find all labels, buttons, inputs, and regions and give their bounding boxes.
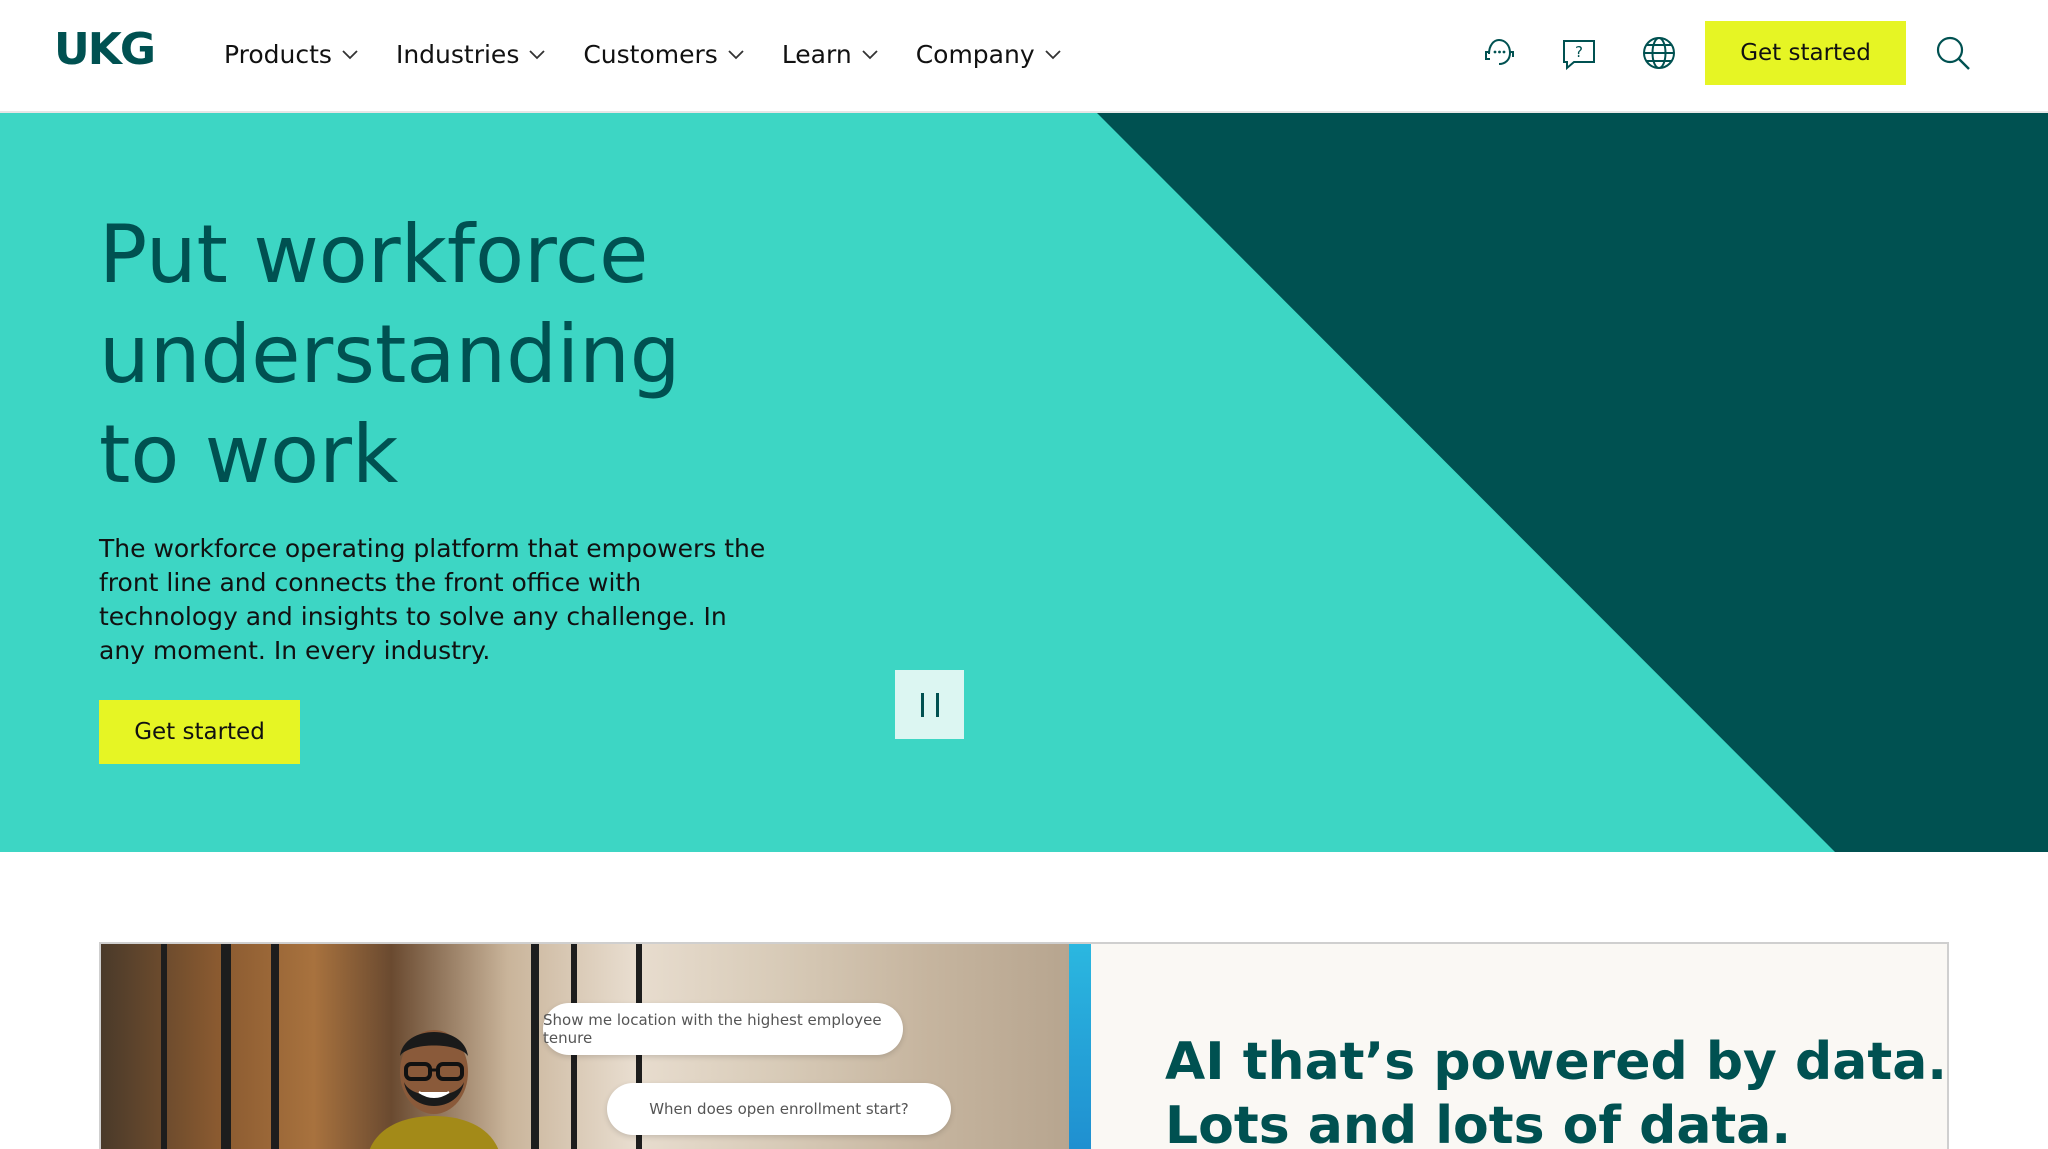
stair-rail [531,944,539,1149]
hero-title: Put workforce understanding to work [99,205,819,505]
nav-item-label: Learn [781,39,852,69]
accent-stripe [1069,944,1091,1149]
nav-item-learn[interactable]: Learn [782,40,880,69]
nav-item-company[interactable]: Company [916,40,1063,69]
stair-rail [271,944,279,1149]
help-question-icon[interactable]: ? [1560,34,1598,72]
nav-item-industries[interactable]: Industries [396,40,547,69]
hero-get-started-button[interactable]: Get started [99,700,300,764]
hero-description: The workforce operating platform that em… [99,534,766,665]
chevron-down-icon [342,50,358,60]
carousel-pause-button[interactable] [895,670,964,739]
smiling-man-photo [369,1030,499,1149]
chevron-down-icon [862,50,878,60]
site-header: UKG Products Industries Customers Learn … [0,0,2048,113]
nav-item-label: Products [224,39,332,69]
nav-item-products[interactable]: Products [224,40,360,69]
pause-icon [920,692,924,717]
feature-title: AI that’s powered by data. Lots and lots… [1165,1030,1947,1149]
office-stairs-photo: Show me location with the highest employ… [101,944,1069,1149]
support-chat-icon[interactable] [1480,34,1518,72]
get-started-button[interactable]: Get started [1705,21,1906,85]
search-icon[interactable] [1934,34,1972,72]
ai-prompt-chip: Show me location with the highest employ… [543,1003,903,1055]
svg-text:?: ? [1575,43,1583,61]
hero-title-line: to work [99,408,399,501]
hero-section: Put workforce understanding to work The … [0,113,2048,852]
hero-title-line: understanding [99,308,681,401]
ai-feature-card: Show me location with the highest employ… [99,942,1949,1149]
feature-title-line: Lots and lots of data. [1165,1096,1792,1149]
stair-rail [161,944,167,1149]
globe-icon[interactable] [1640,34,1678,72]
chevron-down-icon [529,50,545,60]
feature-title-line: AI that’s powered by data. [1165,1032,1948,1092]
hero-title-line: Put workforce [99,208,649,301]
chevron-down-icon [728,50,744,60]
pause-icon-bar [935,692,939,717]
ai-prompt-chip: When does open enrollment start? [607,1083,951,1135]
nav-item-label: Industries [395,39,520,69]
nav-item-label: Customers [583,39,718,69]
nav-item-customers[interactable]: Customers [583,40,745,69]
chevron-down-icon [1044,50,1061,60]
main-nav: Products Industries Customers Learn Comp… [224,34,1099,74]
stair-rail [221,944,231,1149]
feature-text-panel: AI that’s powered by data. Lots and lots… [1091,944,1947,1149]
nav-item-label: Company [915,39,1035,69]
ukg-logo[interactable]: UKG [54,28,156,72]
